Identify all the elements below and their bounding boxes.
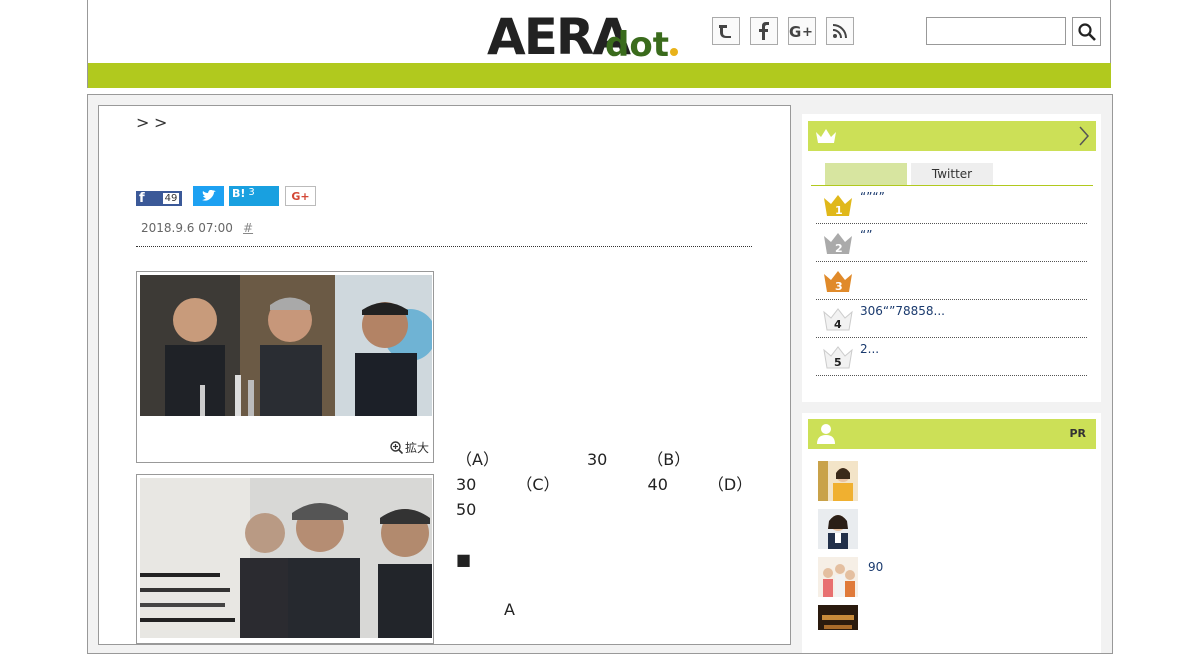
facebook-share-count: 49: [162, 193, 180, 204]
google-plus-share-button[interactable]: G+: [285, 186, 316, 206]
rank-crown-silver-icon: 2: [824, 233, 852, 255]
rank-crown-plain-icon: 5: [823, 346, 853, 369]
pr-item-text[interactable]: 90: [868, 560, 883, 574]
twitter-icon[interactable]: [712, 17, 740, 45]
search-icon: [1077, 22, 1096, 41]
svg-text:G: G: [789, 23, 801, 39]
pr-thumbnail[interactable]: [818, 509, 858, 549]
svg-text:3: 3: [835, 280, 843, 293]
ranking-item[interactable]: 3: [816, 262, 1087, 300]
google-plus-label: G+: [291, 189, 310, 203]
svg-text:2: 2: [835, 242, 843, 255]
ranking-item[interactable]: 4 306“”78858...: [816, 300, 1087, 338]
ranking-item-title[interactable]: 2...: [860, 342, 879, 356]
zoom-in-icon: [390, 441, 403, 454]
chevron-right-icon: [1079, 126, 1090, 146]
svg-text:5: 5: [834, 356, 842, 369]
hatena-count: 3: [248, 187, 255, 198]
crown-icon: [816, 129, 836, 143]
facebook-icon[interactable]: [750, 17, 778, 45]
article-paragraph: A: [504, 600, 515, 619]
person-icon: [817, 424, 835, 444]
ranking-item-title[interactable]: “”: [860, 228, 872, 242]
svg-text:1: 1: [835, 204, 843, 217]
publish-date: 2018.9.6 07:00: [141, 221, 233, 235]
facebook-share-button[interactable]: f 49: [136, 191, 182, 206]
article-paragraph: （A） 30 （B） 30 （C） 40 （D） 50: [456, 450, 856, 519]
ranking-item[interactable]: 5 2...: [816, 338, 1087, 376]
twitter-share-button[interactable]: [193, 186, 224, 206]
search-input[interactable]: [926, 17, 1066, 45]
aera-dot-logo[interactable]: AERA dot: [487, 6, 682, 66]
svg-text:4: 4: [834, 318, 842, 331]
facebook-icon: f: [139, 191, 145, 206]
tab-ranking[interactable]: [825, 163, 907, 185]
twitter-bird-icon: [201, 190, 216, 201]
pr-label: PR: [1069, 427, 1086, 440]
zoom-button[interactable]: 拡大: [390, 439, 429, 456]
article-subheading: ■: [456, 550, 701, 569]
rank-crown-bronze-icon: 3: [824, 271, 852, 293]
hatena-bookmark-button[interactable]: B! 3: [229, 186, 279, 206]
tab-twitter[interactable]: Twitter: [911, 163, 993, 185]
article-photo[interactable]: [140, 478, 432, 638]
hatena-label: B!: [232, 187, 246, 200]
rank-crown-plain-icon: 4: [823, 308, 853, 331]
breadcrumb-separator: >: [154, 113, 168, 132]
ranking-item-title[interactable]: 306“”78858...: [860, 304, 945, 318]
ranking-item[interactable]: 1 “”“”: [816, 186, 1087, 224]
pr-header: PR: [808, 419, 1096, 449]
rank-crown-gold-icon: 1: [824, 195, 852, 217]
photo-figure: 拡大: [136, 271, 434, 463]
breadcrumb-separator: >: [136, 113, 150, 132]
article-photo[interactable]: [140, 275, 432, 416]
svg-text:+: +: [802, 25, 813, 39]
zoom-label: 拡大: [404, 441, 429, 455]
svg-text:dot: dot: [605, 25, 669, 58]
pr-thumbnail[interactable]: [818, 461, 858, 501]
photo-figure: [136, 474, 434, 644]
ranking-item-title[interactable]: “”“”: [860, 190, 885, 204]
pr-thumbnail[interactable]: [818, 557, 858, 597]
ranking-header[interactable]: [808, 121, 1096, 151]
nav-bar: [88, 63, 1111, 88]
hash-link[interactable]: #: [243, 221, 253, 235]
rss-icon[interactable]: [826, 17, 854, 45]
search-button[interactable]: [1072, 17, 1101, 46]
pr-thumbnail[interactable]: [818, 605, 858, 630]
divider: [136, 246, 752, 247]
google-plus-icon[interactable]: G +: [788, 17, 816, 45]
ranking-item[interactable]: 2 “”: [816, 224, 1087, 262]
